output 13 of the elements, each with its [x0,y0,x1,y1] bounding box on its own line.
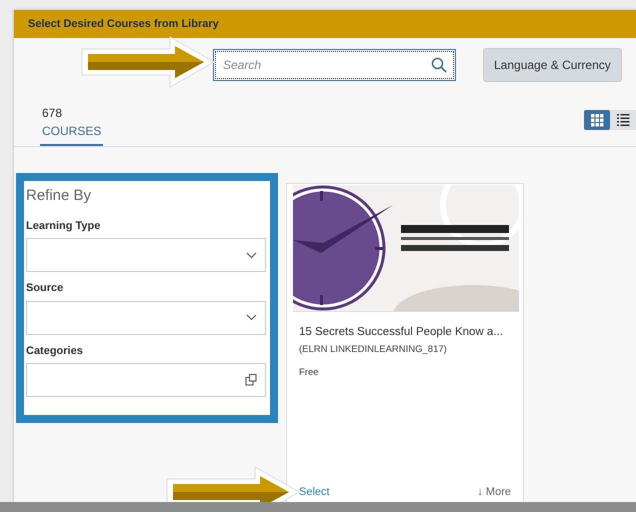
course-price: Free [299,366,320,380]
refine-title: Refine By [26,186,92,206]
dialog-title: Select Desired Courses from Library [14,10,636,38]
course-title: 15 Secrets Successful People Know a... [299,325,504,340]
course-code: (ELRN LINKEDINLEARNING_817) [299,343,448,358]
filter-label: Source [26,281,64,296]
courses-tab[interactable]: 678 COURSES [40,104,104,146]
language-currency-button[interactable]: Language & Currency [483,48,622,82]
select-link[interactable]: Select [299,484,330,500]
search-field[interactable]: Search [213,49,456,81]
filter-label: Categories [26,344,84,358]
more-link[interactable]: ↓ More [477,484,511,500]
filter-label: Learning Type [26,218,102,234]
